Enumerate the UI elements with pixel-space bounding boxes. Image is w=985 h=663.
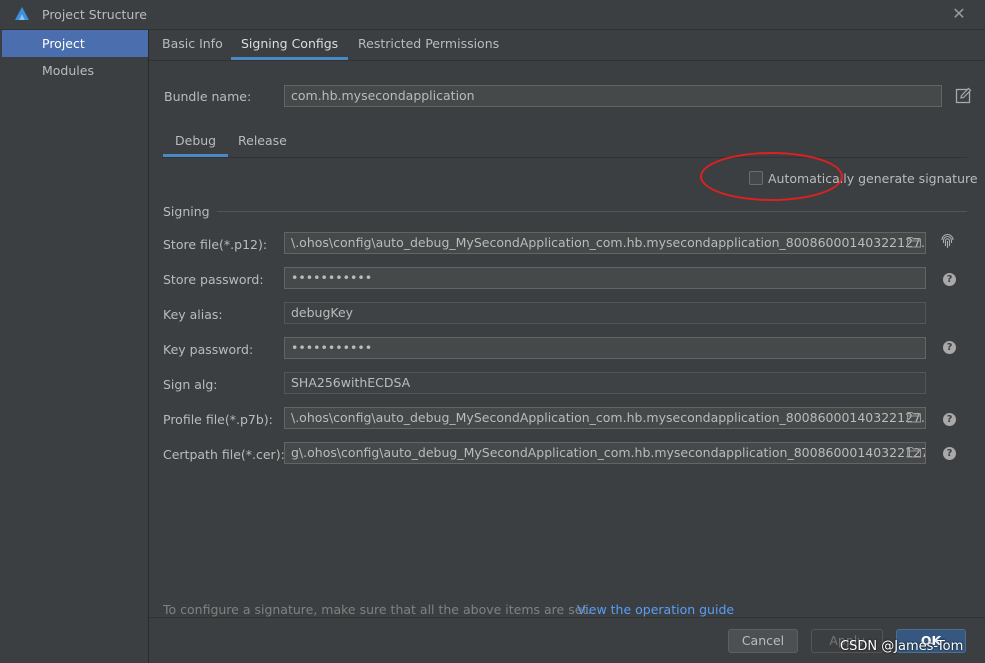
tab-restricted-permissions[interactable]: Restricted Permissions — [348, 30, 509, 60]
help-icon[interactable]: ? — [943, 273, 956, 286]
key-alias-field[interactable]: debugKey — [284, 302, 926, 324]
signing-section-label: Signing — [163, 204, 210, 219]
profile-file-value: \.ohos\config\auto_debug_MySecondApplica… — [291, 410, 926, 425]
folder-icon[interactable] — [907, 411, 921, 423]
footer-hint: To configure a signature, make sure that… — [163, 602, 592, 617]
store-password-field[interactable]: ••••••••••• — [284, 267, 926, 289]
help-icon[interactable]: ? — [943, 413, 956, 426]
bundle-name-field[interactable]: com.hb.mysecondapplication — [284, 85, 942, 107]
bundle-name-label: Bundle name: — [164, 89, 252, 104]
signing-divider — [217, 211, 967, 212]
sign-alg-label: Sign alg: — [163, 377, 218, 392]
tab-basic-info[interactable]: Basic Info — [152, 30, 233, 60]
store-file-label: Store file(*.p12): — [163, 237, 268, 252]
key-password-field[interactable]: ••••••••••• — [284, 337, 926, 359]
store-file-field[interactable]: \.ohos\config\auto_debug_MySecondApplica… — [284, 232, 926, 254]
subtab-divider — [163, 157, 967, 158]
profile-file-field[interactable]: \.ohos\config\auto_debug_MySecondApplica… — [284, 407, 926, 429]
harmony-logo-icon — [15, 7, 29, 20]
ok-button[interactable]: OK — [896, 629, 966, 653]
edit-icon[interactable] — [955, 87, 972, 104]
title-bar: Project Structure ✕ — [0, 0, 985, 30]
help-icon[interactable]: ? — [943, 447, 956, 460]
auto-sign-checkbox[interactable] — [749, 171, 763, 185]
store-file-value: \.ohos\config\auto_debug_MySecondApplica… — [291, 235, 926, 250]
certpath-file-label: Certpath file(*.cer): — [163, 447, 285, 462]
store-password-label: Store password: — [163, 272, 264, 287]
certpath-file-value: g\.ohos\config\auto_debug_MySecondApplic… — [291, 445, 926, 460]
apply-button[interactable]: Apply — [811, 629, 883, 653]
key-alias-label: Key alias: — [163, 307, 223, 322]
folder-icon[interactable] — [907, 236, 921, 248]
help-icon[interactable]: ? — [943, 341, 956, 354]
tab-bar: Basic Info Signing Configs Restricted Pe… — [149, 30, 985, 61]
window-title: Project Structure — [42, 7, 147, 22]
close-icon[interactable]: ✕ — [950, 3, 968, 25]
sidebar-item-modules[interactable]: Modules — [2, 57, 148, 84]
sign-alg-field[interactable]: SHA256withECDSA — [284, 372, 926, 394]
certpath-file-field[interactable]: g\.ohos\config\auto_debug_MySecondApplic… — [284, 442, 926, 464]
tab-signing-configs[interactable]: Signing Configs — [231, 30, 349, 60]
folder-icon[interactable] — [907, 446, 921, 458]
key-password-label: Key password: — [163, 342, 254, 357]
tab-debug[interactable]: Debug — [163, 127, 229, 157]
tab-release[interactable]: Release — [226, 127, 299, 157]
profile-file-label: Profile file(*.p7b): — [163, 412, 273, 427]
sidebar-item-project[interactable]: Project — [2, 30, 148, 57]
sidebar: Project Modules — [0, 30, 149, 663]
cancel-button[interactable]: Cancel — [728, 629, 798, 653]
footer-divider — [149, 617, 985, 618]
auto-sign-label[interactable]: Automatically generate signature — [768, 171, 978, 186]
fingerprint-icon[interactable] — [940, 234, 955, 249]
operation-guide-link[interactable]: View the operation guide — [577, 602, 734, 617]
